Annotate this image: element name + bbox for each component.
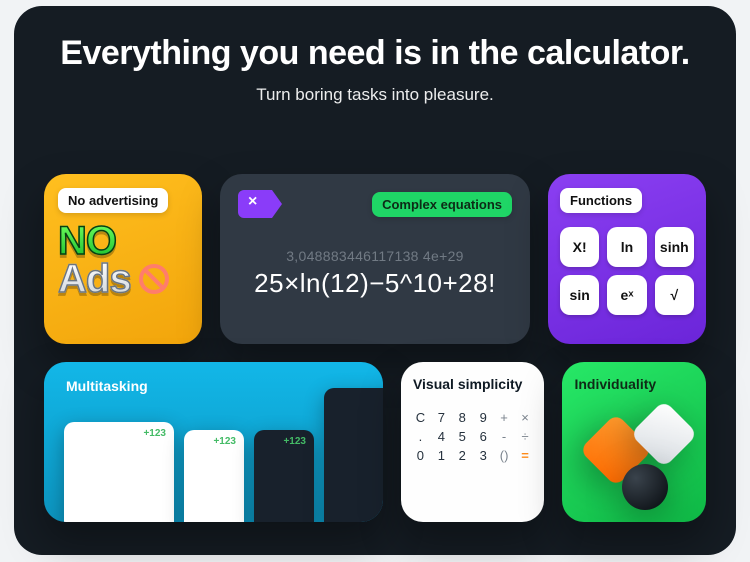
- no-text: NO: [58, 223, 188, 259]
- key-dot[interactable]: .: [413, 429, 428, 444]
- fn-key-sin[interactable]: sin: [560, 275, 599, 315]
- no-entry-icon: [139, 264, 169, 294]
- key-clear[interactable]: C: [413, 410, 428, 425]
- key-9[interactable]: 9: [476, 410, 491, 425]
- card-individuality: Individuality: [562, 362, 706, 522]
- card-multitasking: Multitasking +123 +123 +123 +123: [44, 362, 383, 522]
- function-key-grid: X! ln sinh sin eˣ √: [560, 227, 694, 315]
- mini-window: +123: [254, 430, 314, 522]
- fn-key-sinh[interactable]: sinh: [655, 227, 694, 267]
- fn-key-factorial[interactable]: X!: [560, 227, 599, 267]
- mini-window: +123: [64, 422, 174, 522]
- mini-window: +123: [324, 388, 383, 522]
- fn-key-exp[interactable]: eˣ: [607, 275, 646, 315]
- key-3[interactable]: 3: [476, 448, 491, 463]
- label-visual-simplicity: Visual simplicity: [413, 376, 522, 392]
- key-divide[interactable]: ÷: [518, 429, 533, 444]
- key-1[interactable]: 1: [434, 448, 449, 463]
- card-equation: × Complex equations 3,048883446117138 4e…: [220, 174, 530, 344]
- card-visual-simplicity: Visual simplicity C 7 8 9 + × . 4 5 6 - …: [401, 362, 545, 522]
- key-6[interactable]: 6: [476, 429, 491, 444]
- hero-subtitle: Turn boring tasks into pleasure.: [46, 85, 704, 105]
- key-equals[interactable]: =: [518, 448, 533, 463]
- key-7[interactable]: 7: [434, 410, 449, 425]
- key-minus[interactable]: -: [497, 429, 512, 444]
- card-functions: Functions X! ln sinh sin eˣ √: [548, 174, 706, 344]
- key-parens[interactable]: (): [497, 448, 512, 463]
- fn-key-ln[interactable]: ln: [607, 227, 646, 267]
- key-2[interactable]: 2: [455, 448, 470, 463]
- ads-line: Ads: [58, 261, 188, 297]
- feature-row-2: Multitasking +123 +123 +123 +123 Visual …: [44, 362, 706, 522]
- equation-result: 3,048883446117138 4e+29: [238, 248, 512, 264]
- mini-window: +123: [184, 430, 244, 522]
- dark-circle-icon: [622, 464, 668, 510]
- badge-complex-equations: Complex equations: [372, 192, 512, 217]
- equation-header: × Complex equations: [238, 190, 512, 218]
- key-4[interactable]: 4: [434, 429, 449, 444]
- feature-panel: Everything you need is in the calculator…: [14, 6, 736, 555]
- key-5[interactable]: 5: [455, 429, 470, 444]
- badge-no-advertising: No advertising: [58, 188, 168, 213]
- badge-functions: Functions: [560, 188, 642, 213]
- mini-calculator-grid: C 7 8 9 + × . 4 5 6 - ÷ 0 1 2 3 () =: [413, 410, 533, 463]
- ads-text: Ads: [58, 261, 131, 297]
- key-8[interactable]: 8: [455, 410, 470, 425]
- key-times[interactable]: ×: [518, 410, 533, 425]
- fn-key-root[interactable]: √: [655, 275, 694, 315]
- multitask-windows: +123 +123 +123 +123: [64, 404, 373, 522]
- delete-tag-icon[interactable]: ×: [238, 190, 272, 218]
- feature-row-1: No advertising NO Ads × Complex equation…: [44, 174, 706, 344]
- card-no-ads: No advertising NO Ads: [44, 174, 202, 344]
- hero-title: Everything you need is in the calculator…: [46, 34, 704, 73]
- key-plus[interactable]: +: [497, 410, 512, 425]
- key-0[interactable]: 0: [413, 448, 428, 463]
- equation-expression: 25×ln(12)−5^10+28!: [238, 268, 512, 299]
- label-individuality: Individuality: [574, 376, 656, 392]
